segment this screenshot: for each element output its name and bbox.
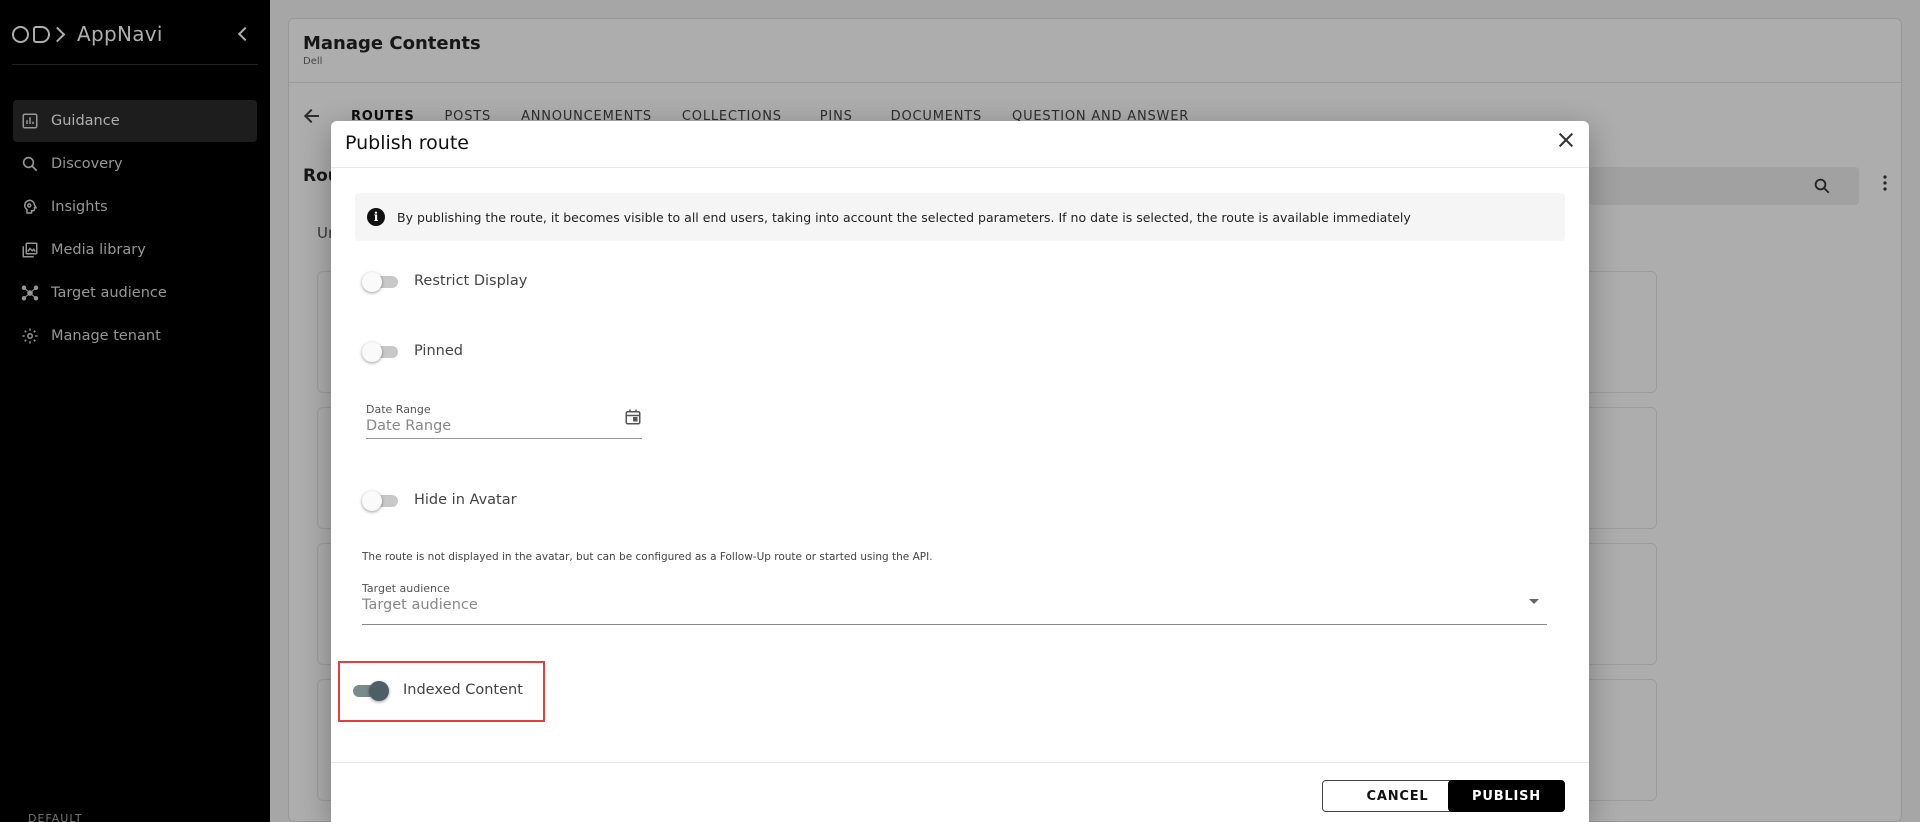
dropdown-arrow-icon[interactable] bbox=[1529, 599, 1539, 604]
publish-route-dialog: Publish route i By publishing the route,… bbox=[331, 121, 1589, 822]
publish-button[interactable]: PUBLISH bbox=[1448, 780, 1565, 812]
calendar-icon[interactable] bbox=[624, 407, 642, 427]
pinned-toggle-row: Pinned bbox=[362, 341, 463, 362]
info-banner: i By publishing the route, it becomes vi… bbox=[355, 193, 1565, 241]
date-range-label: Date Range bbox=[366, 403, 431, 416]
info-text: By publishing the route, it becomes visi… bbox=[397, 209, 1411, 225]
close-icon[interactable] bbox=[1557, 131, 1575, 149]
dialog-footer: CANCEL PUBLISH bbox=[331, 762, 1589, 822]
dialog-header: Publish route bbox=[331, 121, 1589, 168]
highlight-annotation bbox=[338, 661, 545, 722]
date-range-field[interactable]: Date Range Date Range bbox=[366, 403, 642, 439]
dialog-title: Publish route bbox=[345, 132, 469, 154]
pinned-switch[interactable] bbox=[362, 341, 398, 362]
restrict-display-switch[interactable] bbox=[362, 271, 398, 292]
info-icon: i bbox=[367, 208, 385, 226]
target-audience-label: Target audience bbox=[362, 582, 450, 595]
target-audience-select[interactable]: Target audience Target audience bbox=[362, 582, 1547, 625]
hide-in-avatar-toggle-row: Hide in Avatar bbox=[362, 490, 517, 511]
restrict-display-toggle-row: Restrict Display bbox=[362, 271, 528, 292]
pinned-label: Pinned bbox=[414, 343, 463, 359]
target-audience-placeholder: Target audience bbox=[362, 597, 478, 613]
hide-in-avatar-label: Hide in Avatar bbox=[414, 492, 517, 508]
date-range-input[interactable]: Date Range bbox=[366, 418, 642, 434]
hide-in-avatar-switch[interactable] bbox=[362, 490, 398, 511]
hide-in-avatar-helper: The route is not displayed in the avatar… bbox=[362, 551, 933, 563]
restrict-display-label: Restrict Display bbox=[414, 273, 528, 289]
